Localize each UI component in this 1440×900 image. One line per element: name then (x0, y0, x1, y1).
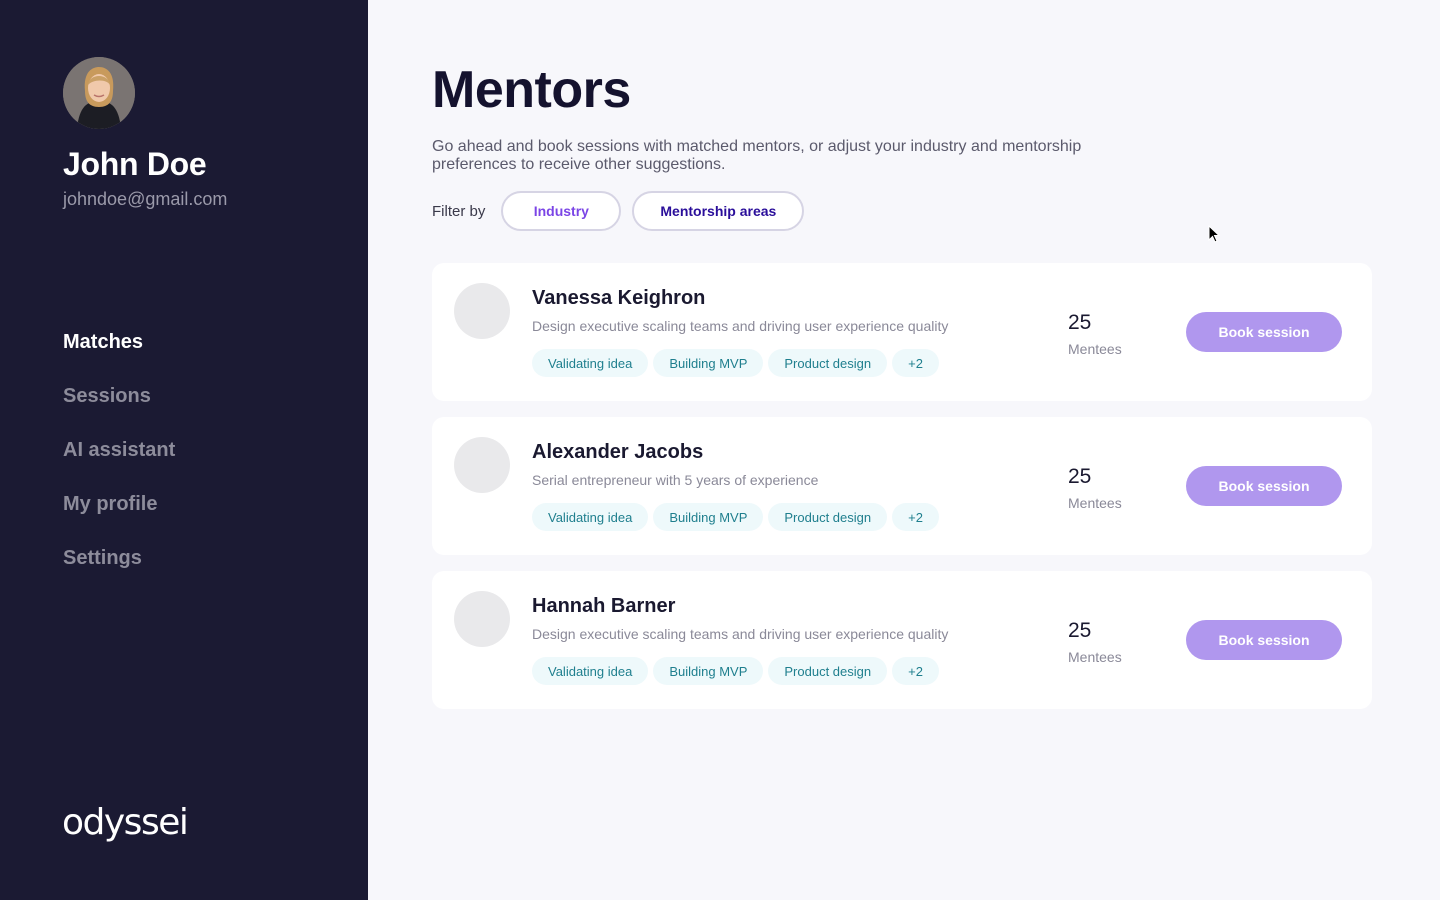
mentor-name: Alexander Jacobs (532, 441, 704, 463)
mentor-avatar (454, 591, 510, 647)
mentor-tag: Validating idea (532, 349, 649, 377)
mentor-card: Alexander Jacobs Serial entrepreneur wit… (432, 417, 1372, 555)
filter-bar: Filter by Industry Mentorship areas (432, 191, 815, 231)
sidebar-item-matches[interactable]: Matches (63, 328, 175, 382)
sidebar-item-my-profile[interactable]: My profile (63, 490, 175, 544)
mentor-card: Hannah Barner Design executive scaling t… (432, 571, 1372, 709)
mentor-name: Hannah Barner (532, 595, 676, 617)
sidebar-item-sessions[interactable]: Sessions (63, 382, 175, 436)
mentor-tag-more[interactable]: +2 (892, 657, 939, 685)
mentees-label: Mentees (1068, 495, 1122, 511)
mentor-tag: Product design (768, 657, 888, 685)
sidebar-item-ai-assistant[interactable]: AI assistant (63, 436, 175, 490)
mentor-tag-more[interactable]: +2 (892, 503, 939, 531)
mentees-count: 25 (1068, 465, 1092, 488)
mentor-description: Serial entrepreneur with 5 years of expe… (532, 472, 819, 488)
mentor-description: Design executive scaling teams and drivi… (532, 626, 949, 642)
mentor-tag: Building MVP (653, 349, 764, 377)
user-name: John Doe (63, 146, 207, 182)
brand-logo: odyssei (62, 802, 189, 843)
book-session-button[interactable]: Book session (1186, 312, 1342, 352)
mentor-tag: Product design (768, 349, 888, 377)
mentor-tags: Validating idea Building MVP Product des… (532, 657, 944, 685)
mentor-tags: Validating idea Building MVP Product des… (532, 503, 944, 531)
page-description: Go ahead and book sessions with matched … (432, 138, 1082, 173)
mentees-count: 25 (1068, 311, 1092, 334)
page-title: Mentors (432, 61, 631, 119)
user-avatar[interactable] (63, 57, 135, 129)
filter-mentorship-areas-button[interactable]: Mentorship areas (632, 191, 805, 231)
mentor-tag: Product design (768, 503, 888, 531)
mentees-label: Mentees (1068, 341, 1122, 357)
filter-label: Filter by (432, 202, 486, 220)
book-session-button[interactable]: Book session (1186, 620, 1342, 660)
sidebar-nav: Matches Sessions AI assistant My profile… (63, 328, 175, 598)
book-session-button[interactable]: Book session (1186, 466, 1342, 506)
mouse-cursor-icon (1208, 225, 1221, 243)
mentor-tag-more[interactable]: +2 (892, 349, 939, 377)
mentor-description: Design executive scaling teams and drivi… (532, 318, 949, 334)
mentor-avatar (454, 283, 510, 339)
mentor-tag: Validating idea (532, 503, 649, 531)
mentees-label: Mentees (1068, 649, 1122, 665)
filter-industry-button[interactable]: Industry (501, 191, 622, 231)
mentor-card: Vanessa Keighron Design executive scalin… (432, 263, 1372, 401)
mentor-name: Vanessa Keighron (532, 287, 706, 309)
mentees-count: 25 (1068, 619, 1092, 642)
sidebar: John Doe johndoe@gmail.com Matches Sessi… (0, 0, 368, 900)
mentor-tag: Building MVP (653, 657, 764, 685)
mentor-tag: Validating idea (532, 657, 649, 685)
mentor-tag: Building MVP (653, 503, 764, 531)
mentor-avatar (454, 437, 510, 493)
mentor-list: Vanessa Keighron Design executive scalin… (432, 263, 1372, 725)
sidebar-item-settings[interactable]: Settings (63, 544, 175, 598)
user-email: johndoe@gmail.com (63, 189, 228, 209)
mentor-tags: Validating idea Building MVP Product des… (532, 349, 944, 377)
